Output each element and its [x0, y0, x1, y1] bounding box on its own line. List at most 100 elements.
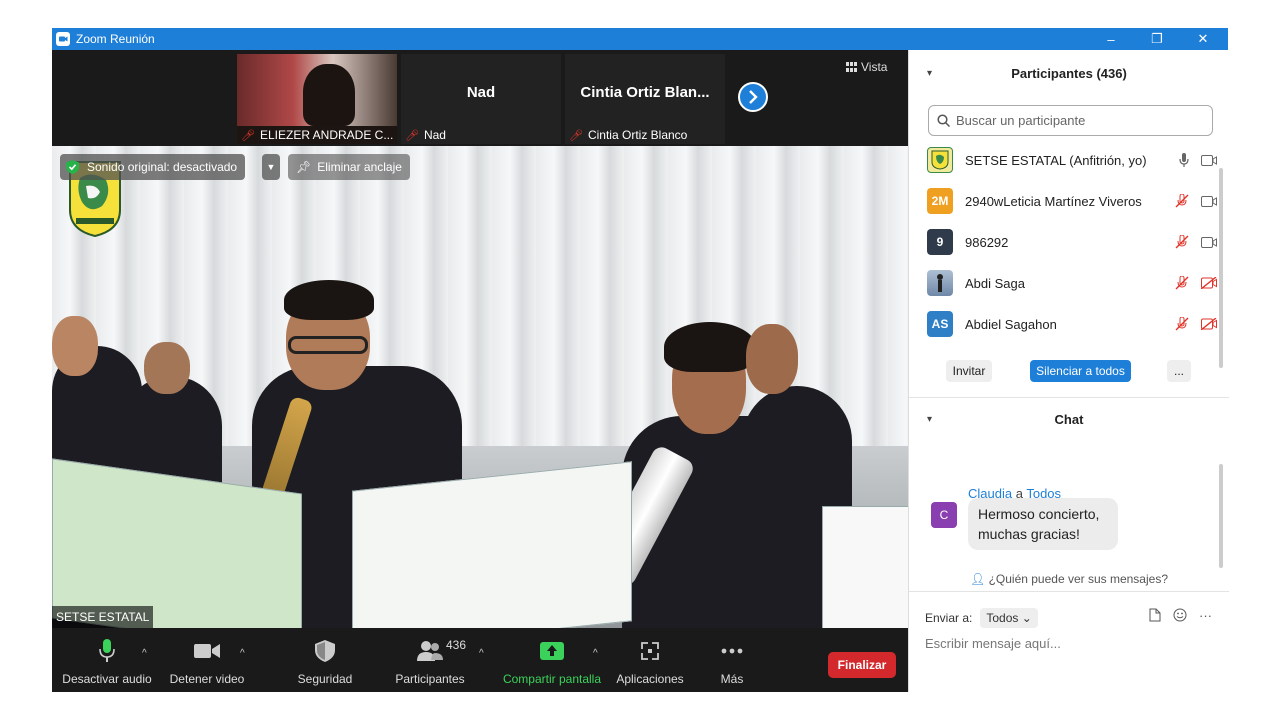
muted-mic-icon[interactable]: [1175, 317, 1189, 331]
thumbnail-cintia[interactable]: Cintia Ortiz Blan... 🎤︎ Cintia Ortiz Blan…: [565, 54, 725, 144]
apps-button[interactable]: Aplicaciones: [614, 628, 686, 692]
window-title: Zoom Reunión: [76, 32, 155, 46]
file-icon[interactable]: [1149, 608, 1161, 622]
musician-head: [144, 342, 190, 394]
title-bar: Zoom Reunión – ❐ ✕: [52, 28, 1228, 50]
avatar: AS: [927, 311, 953, 337]
grid-icon: [846, 62, 857, 72]
muted-mic-icon[interactable]: [1175, 194, 1189, 208]
avatar: [927, 270, 953, 296]
chat-header: ▾ Chat: [909, 406, 1229, 432]
participant-search-input[interactable]: Buscar un participante: [928, 105, 1213, 136]
unpin-button[interactable]: 📌︎ Eliminar anclaje: [288, 154, 410, 180]
participant-row[interactable]: SETSE ESTATAL (Anfitrión, yo): [927, 144, 1217, 176]
more-chat-options-icon[interactable]: ···: [1199, 608, 1212, 623]
restore-button[interactable]: ❐: [1134, 28, 1180, 50]
shield-icon: [315, 640, 335, 662]
avatar: C: [931, 502, 957, 528]
avatar: [927, 147, 953, 173]
more-button[interactable]: Más: [706, 628, 758, 692]
send-to-dropdown[interactable]: Todos ⌄: [980, 608, 1038, 628]
more-dots-icon: [721, 648, 743, 654]
saxophonist-hair: [284, 280, 374, 320]
participants-scrollbar[interactable]: [1219, 168, 1223, 368]
emoji-icon[interactable]: [1173, 608, 1187, 622]
thumbnail-strip: 🎤︎ ELIEZER ANDRADE C... Nad 🎤︎ Nad Cintia …: [52, 50, 908, 146]
share-options-caret[interactable]: ^: [593, 648, 598, 659]
participants-title: Participantes (436): [1011, 65, 1127, 81]
thumbnail-name: 🎤︎ Nad: [405, 128, 446, 142]
muted-mic-icon[interactable]: [1175, 276, 1189, 290]
share-screen-button[interactable]: Compartir pantalla: [500, 628, 604, 692]
glasses: [288, 336, 368, 354]
participants-icon: [417, 641, 443, 661]
video-camera-icon[interactable]: [1201, 154, 1217, 166]
chat-message-bubble: Hermoso concierto, muchas gracias!: [968, 498, 1118, 550]
sound-options-caret[interactable]: ▼: [262, 154, 280, 180]
thumbnail-eliezer[interactable]: 🎤︎ ELIEZER ANDRADE C...: [237, 54, 397, 144]
trumpeter-hair: [664, 322, 756, 372]
participants-options-caret[interactable]: ^: [479, 648, 484, 659]
musician-head: [746, 324, 798, 394]
microphone-icon: [99, 639, 115, 662]
participant-row[interactable]: 2M 2940wLeticia Martínez Viveros: [927, 185, 1217, 217]
musician-head: [52, 316, 98, 376]
thumbnail-center-name: Cintia Ortiz Blan...: [580, 84, 710, 101]
view-button[interactable]: Vista: [846, 60, 887, 74]
chat-title: Chat: [1054, 411, 1084, 427]
union-logo-icon: [931, 150, 949, 170]
video-camera-icon[interactable]: [1201, 236, 1217, 248]
search-icon: [937, 114, 950, 127]
next-page-button[interactable]: [738, 82, 768, 112]
person-info-icon: 👤︎: [969, 572, 986, 586]
minimize-button[interactable]: –: [1088, 28, 1134, 50]
chevron-right-icon: [749, 90, 758, 104]
avatar: 9: [927, 229, 953, 255]
audio-options-caret[interactable]: ^: [142, 648, 147, 659]
original-sound-badge[interactable]: Sonido original: desactivado: [60, 154, 246, 180]
zoom-app-icon: [56, 32, 70, 46]
close-button[interactable]: ✕: [1180, 28, 1226, 50]
video-camera-icon: [194, 644, 220, 658]
mute-all-button[interactable]: Silenciar a todos: [1030, 360, 1131, 382]
participant-row[interactable]: 9 986292: [927, 226, 1217, 258]
stop-video-button[interactable]: Detener video: [164, 628, 250, 692]
side-panel: ▾ Participantes (436) Buscar un particip…: [908, 50, 1229, 692]
chat-scrollbar[interactable]: [1219, 464, 1223, 568]
thumbnail-nad[interactable]: Nad 🎤︎ Nad: [401, 54, 561, 144]
person-photo-icon: [937, 274, 943, 292]
participants-count: 436: [446, 638, 467, 652]
participant-row[interactable]: Abdi Saga: [927, 267, 1217, 299]
video-options-caret[interactable]: ^: [240, 648, 245, 659]
participants-header: ▾ Participantes (436): [909, 60, 1229, 86]
mute-audio-button[interactable]: Desactivar audio: [62, 628, 152, 692]
video-off-icon[interactable]: [1201, 277, 1217, 289]
muted-mic-icon: 🎤︎: [241, 129, 255, 142]
send-to-row: Enviar a: Todos ⌄: [925, 608, 1038, 628]
collapse-chat-icon[interactable]: ▾: [927, 414, 932, 425]
invite-button[interactable]: Invitar: [946, 360, 992, 382]
muted-mic-icon[interactable]: [1175, 235, 1189, 249]
speaker-name-label: SETSE ESTATAL: [52, 606, 154, 628]
video-off-icon[interactable]: [1201, 318, 1217, 330]
music-stand: [822, 506, 908, 628]
collapse-participants-icon[interactable]: ▾: [927, 68, 932, 79]
thumbnail-center-name: Nad: [466, 84, 496, 101]
chat-message-input[interactable]: Escribir mensaje aquí...: [925, 636, 1061, 651]
chevron-down-icon: ▼: [266, 162, 276, 172]
microphone-icon[interactable]: [1179, 153, 1189, 167]
video-camera-icon[interactable]: [1201, 195, 1217, 207]
who-can-see-link[interactable]: 👤︎ ¿Quién puede ver sus mensajes?: [909, 572, 1229, 586]
avatar: 2M: [927, 188, 953, 214]
end-meeting-button[interactable]: Finalizar: [828, 652, 896, 678]
more-participant-options-button[interactable]: ...: [1167, 360, 1191, 382]
chevron-down-icon: ⌄: [1021, 611, 1032, 625]
meeting-area: 🎤︎ ELIEZER ANDRADE C... Nad 🎤︎ Nad Cintia …: [52, 50, 908, 692]
zoom-window: Zoom Reunión – ❐ ✕ 🎤︎ ELIEZER ANDRADE C..…: [52, 28, 1229, 692]
muted-mic-icon: 🎤︎: [405, 129, 419, 142]
pin-icon: 📌︎: [296, 160, 312, 174]
thumbnail-name: 🎤︎ Cintia Ortiz Blanco: [569, 128, 688, 142]
security-button[interactable]: Seguridad: [290, 628, 360, 692]
meeting-toolbar: Desactivar audio ^ Detener video ^ Segur…: [52, 628, 908, 692]
participant-row[interactable]: AS Abdiel Sagahon: [927, 308, 1217, 340]
